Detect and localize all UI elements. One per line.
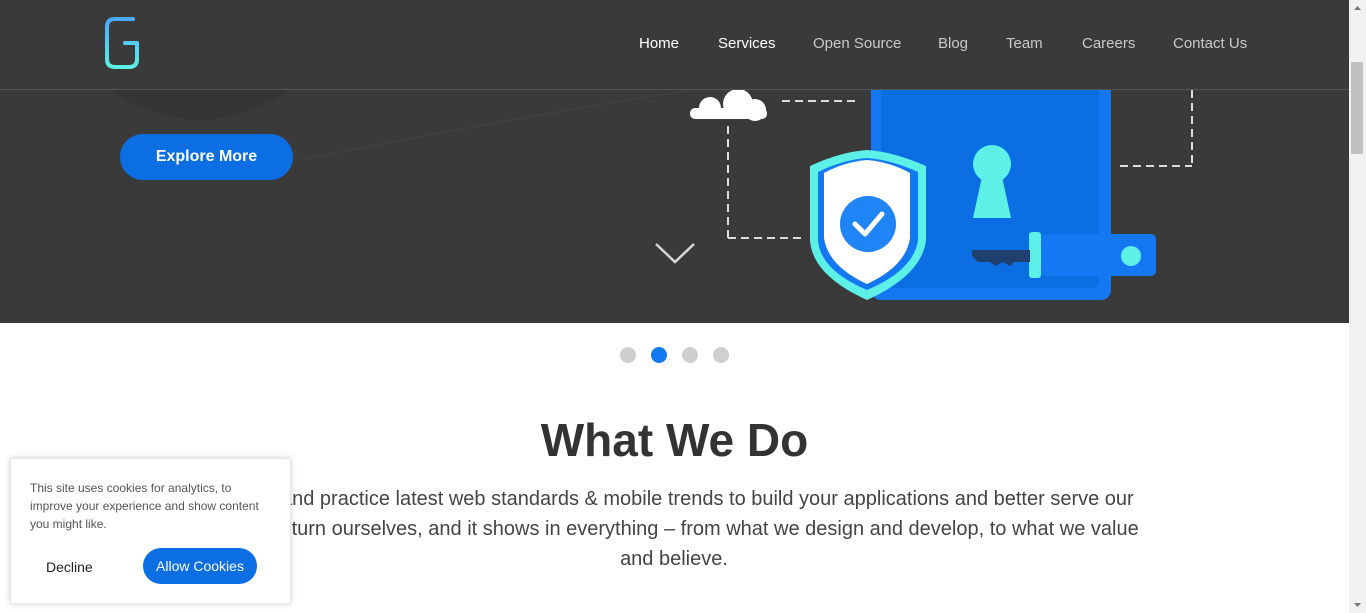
- carousel-dot[interactable]: [651, 347, 667, 363]
- decline-cookies-button[interactable]: Decline: [46, 559, 93, 575]
- cloud-icon: [690, 90, 767, 121]
- carousel-dot[interactable]: [682, 347, 698, 363]
- nav-contact-us[interactable]: Contact Us: [1173, 34, 1247, 54]
- section-description: nbrace and practice latest web standards…: [134, 484, 1214, 574]
- hero-banner: Explore More: [0, 90, 1349, 323]
- scroll-up-arrow-icon[interactable]: [1349, 0, 1366, 17]
- nav-careers[interactable]: Careers: [1082, 34, 1135, 54]
- allow-cookies-button[interactable]: Allow Cookies: [143, 548, 257, 584]
- site-header: Home Services Open Source Blog Team Care…: [0, 0, 1349, 90]
- description-line: and believe.: [620, 548, 728, 570]
- scrollbar-thumb[interactable]: [1351, 62, 1363, 154]
- nav-open-source[interactable]: Open Source: [813, 34, 901, 54]
- security-illustration: [655, 90, 1193, 300]
- nav-blog[interactable]: Blog: [938, 34, 968, 54]
- main-nav: Home Services Open Source Blog Team Care…: [0, 34, 1349, 56]
- nav-team[interactable]: Team: [1006, 34, 1043, 54]
- nav-services[interactable]: Services: [718, 34, 776, 54]
- cookie-message: This site uses cookies for analytics, to…: [30, 481, 259, 531]
- carousel-pagination: [0, 347, 1349, 363]
- carousel-dot[interactable]: [620, 347, 636, 363]
- carousel-dot[interactable]: [713, 347, 729, 363]
- page-scrollbar[interactable]: [1349, 0, 1366, 613]
- scroll-down-arrow-icon[interactable]: [1349, 596, 1366, 613]
- description-line: nbrace and practice latest web standards…: [214, 488, 1134, 510]
- nav-home[interactable]: Home: [639, 34, 679, 54]
- description-line: rs and in turn ourselves, and it shows i…: [209, 518, 1139, 540]
- cookie-consent-banner: This site uses cookies for analytics, to…: [10, 458, 291, 604]
- page: Home Services Open Source Blog Team Care…: [0, 0, 1366, 613]
- scroll-down-chevron-icon[interactable]: [655, 243, 695, 264]
